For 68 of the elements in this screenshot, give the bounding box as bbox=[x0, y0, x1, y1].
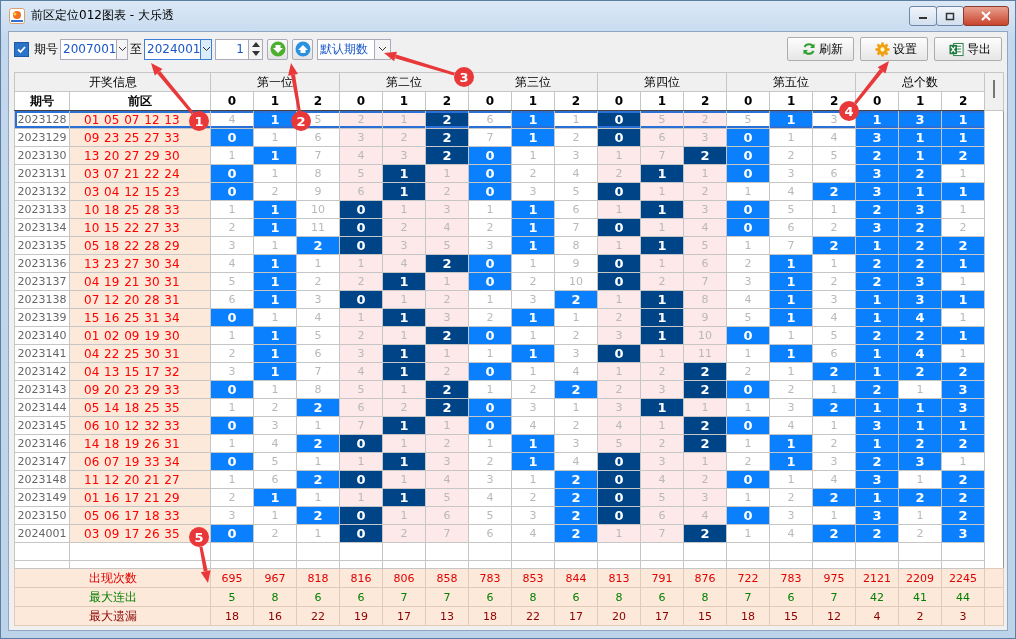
checkbox[interactable] bbox=[14, 41, 29, 57]
column-group-header: 开奖信息 bbox=[14, 72, 211, 92]
caret-icon bbox=[117, 46, 127, 52]
callout-arrow bbox=[384, 51, 455, 76]
export-button[interactable]: 导出 bbox=[934, 37, 1002, 61]
scrollbar-track[interactable] bbox=[984, 72, 1004, 111]
period-cell[interactable]: 2023137 bbox=[14, 272, 70, 291]
column-group-header: 第五位 bbox=[726, 72, 856, 92]
maximize-button[interactable] bbox=[936, 6, 964, 26]
column-group-header: 第三位 bbox=[468, 72, 598, 92]
period-cell[interactable]: 2023135 bbox=[14, 236, 70, 255]
gear-icon bbox=[875, 41, 890, 57]
to-label: 至 bbox=[130, 40, 142, 58]
period-cell[interactable]: 2023132 bbox=[14, 182, 70, 201]
up-arrow-button[interactable] bbox=[292, 38, 313, 60]
start-period-combobox[interactable]: 2007001 bbox=[60, 38, 128, 60]
column-group-header: 第一位 bbox=[210, 72, 340, 92]
down-caret-icon[interactable] bbox=[251, 51, 260, 57]
callout-badge: 2 bbox=[291, 111, 311, 131]
spreadsheet-icon bbox=[949, 41, 964, 57]
window-title: 前区定位012图表 - 大乐透 bbox=[31, 7, 174, 24]
period-cell[interactable]: 2023146 bbox=[14, 434, 70, 453]
period-cell[interactable]: 2023144 bbox=[14, 398, 70, 417]
callout-arrow bbox=[199, 546, 211, 583]
period-cell[interactable]: 2023133 bbox=[14, 200, 70, 219]
callout-badge: 3 bbox=[454, 67, 474, 87]
close-icon bbox=[981, 11, 991, 21]
minimize-button[interactable] bbox=[909, 6, 937, 26]
step-spinner[interactable]: 1 bbox=[215, 38, 263, 60]
period-cell[interactable]: 2023141 bbox=[14, 344, 70, 363]
period-cell[interactable]: 2023130 bbox=[14, 146, 70, 165]
period-cell[interactable]: 2023148 bbox=[14, 470, 70, 489]
period-cell[interactable]: 2023138 bbox=[14, 290, 70, 309]
callout-badge: 1 bbox=[189, 111, 209, 131]
refresh-button[interactable]: 刷新 bbox=[787, 37, 854, 61]
period-count-dropdown[interactable]: 默认期数 bbox=[317, 38, 391, 60]
period-cell[interactable]: 2023147 bbox=[14, 452, 70, 471]
scrollbar-thumb[interactable] bbox=[993, 80, 996, 98]
refresh-icon bbox=[802, 42, 816, 56]
callout-badge: 5 bbox=[189, 527, 209, 547]
period-cell[interactable]: 2023128 bbox=[14, 110, 70, 129]
period-cell[interactable]: 2023129 bbox=[14, 128, 70, 147]
period-cell[interactable]: 2023143 bbox=[14, 380, 70, 399]
period-cell[interactable]: 2023142 bbox=[14, 362, 70, 381]
period-cell[interactable]: 2023140 bbox=[14, 326, 70, 345]
callout-arrow bbox=[854, 61, 889, 105]
close-button[interactable] bbox=[963, 6, 1009, 26]
period-cell[interactable]: 2024001 bbox=[14, 524, 70, 543]
period-cell[interactable]: 2023150 bbox=[14, 506, 70, 525]
period-cell[interactable]: 2023136 bbox=[14, 254, 70, 273]
down-arrow-button[interactable] bbox=[267, 38, 288, 60]
settings-button[interactable]: 设置 bbox=[860, 37, 928, 61]
up-caret-icon[interactable] bbox=[251, 41, 260, 47]
period-cell[interactable]: 2023145 bbox=[14, 416, 70, 435]
callout-arrow bbox=[151, 63, 194, 115]
column-group-header: 总个数 bbox=[855, 72, 985, 92]
callout-badge: 4 bbox=[839, 101, 859, 121]
app-icon bbox=[9, 7, 25, 24]
caret-icon bbox=[378, 46, 387, 52]
period-cell[interactable]: 2023139 bbox=[14, 308, 70, 327]
period-cell[interactable]: 2023149 bbox=[14, 488, 70, 507]
period-label: 期号 bbox=[34, 40, 58, 58]
end-period-combobox[interactable]: 2024001 bbox=[144, 38, 212, 60]
column-group-header: 第四位 bbox=[597, 72, 727, 92]
maximize-icon bbox=[945, 11, 955, 21]
period-cell[interactable]: 2023134 bbox=[14, 218, 70, 237]
period-cell[interactable]: 2023131 bbox=[14, 164, 70, 183]
caret-icon bbox=[201, 46, 211, 52]
